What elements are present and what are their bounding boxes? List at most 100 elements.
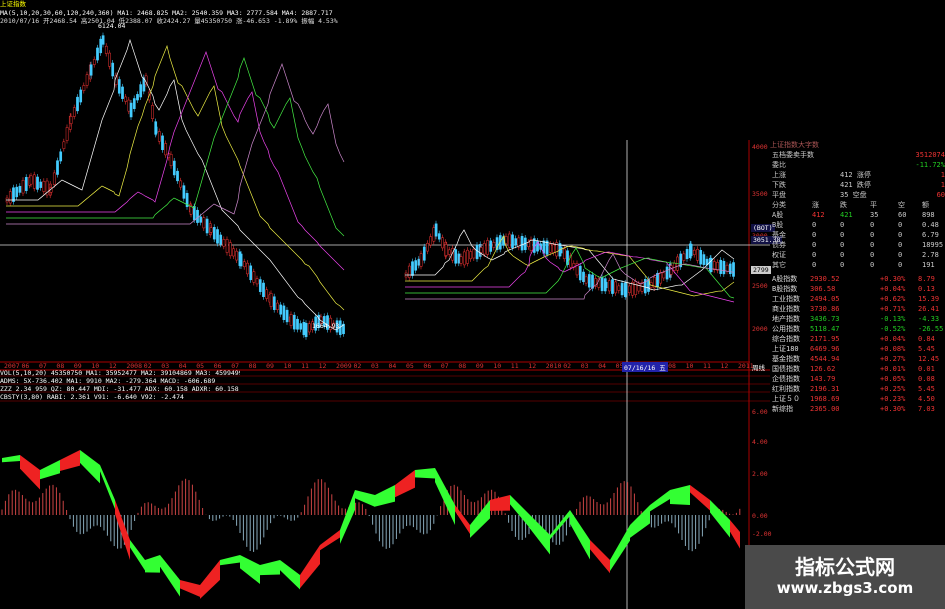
panel-cell: 60 [936, 191, 945, 199]
panel-row: 新综指 2365.00 +0.30% 7.03 [770, 404, 945, 414]
candle-body [529, 239, 533, 251]
dmi-legend: ZZZ 2.34 959 QZ: 80.447 MDI: -31.477 ADX… [0, 385, 239, 393]
y-tick: 2500 [752, 282, 768, 290]
candle-body [548, 243, 552, 253]
oscillator-band [650, 490, 670, 512]
panel-cell: 0 [812, 241, 817, 249]
oscillator-band [2, 455, 20, 463]
candle-body [696, 248, 699, 261]
panel-cell: 平 [870, 201, 877, 209]
candle-body [702, 254, 706, 265]
date-tick: 2010 [545, 362, 562, 370]
candle-body [222, 239, 226, 247]
oscillator-band [100, 465, 115, 510]
panel-cell: 0 [870, 251, 875, 259]
candle-body [82, 85, 86, 91]
price-low-label: 1664.93 [312, 322, 340, 330]
panel-cell: 4.50 [918, 395, 935, 403]
candle-body [504, 236, 508, 244]
candle-body [205, 218, 209, 234]
oscillator-band [130, 540, 145, 571]
candle-body [582, 271, 585, 283]
panel-cell: 5.45 [918, 385, 935, 393]
candle-body [532, 238, 536, 253]
candle-body [712, 261, 716, 271]
panel-cell: 新综指 [772, 405, 793, 413]
panel-cell: 0.13 [918, 285, 935, 293]
panel-cell: 898 [922, 211, 935, 219]
date-tick: 11 [510, 362, 519, 370]
candle-body [289, 314, 293, 326]
oscillator-band [320, 530, 340, 551]
panel-title: 上证指数大字数 [770, 141, 819, 149]
panel-cell: 2.78 [922, 251, 939, 259]
panel-cell: 1 [940, 171, 945, 179]
oscillator-band [260, 560, 280, 576]
panel-cell: 下跌 [772, 181, 786, 189]
candle-body [584, 276, 588, 284]
candle-body [437, 233, 441, 240]
y-tick: 2000 [752, 325, 768, 333]
panel-cell: 0 [898, 261, 903, 269]
candle-body [296, 318, 299, 330]
candle-body [121, 86, 124, 99]
date-tick: 10 [283, 362, 292, 370]
candle-body [52, 172, 56, 185]
panel-cell: 上证５０ [772, 395, 800, 403]
panel-row: 其它 0 0 0 0 191 [770, 260, 945, 270]
y-tick: 3500 [752, 190, 768, 198]
candle-body [304, 322, 308, 338]
oscillator-band [220, 555, 240, 566]
last-price-tag: 2799 [751, 266, 771, 274]
date-tick: 11 [301, 362, 309, 370]
panel-cell: 0.48 [922, 221, 939, 229]
period-label[interactable]: 周线 [752, 362, 765, 372]
candle-body [154, 126, 158, 134]
osc-y-tick: 6.00 [752, 408, 768, 416]
candle-body [219, 234, 223, 245]
price-high-label: 6124.04 [98, 22, 126, 30]
panel-cell: 0 [840, 261, 845, 269]
candle-body [96, 47, 99, 61]
panel-cell: 306.58 [810, 285, 836, 293]
panel-cell: -11.72% [915, 161, 945, 169]
candle-body [42, 181, 46, 192]
candle-body [235, 250, 239, 261]
candle-body [202, 217, 206, 229]
candle-body [127, 99, 131, 112]
candle-body [656, 272, 659, 288]
candle-body [255, 278, 259, 285]
panel-cell: 2494.05 [810, 295, 840, 303]
panel-row: 上涨 412 涨停 1 [770, 170, 945, 180]
candle-body [466, 249, 469, 264]
panel-cell: 跌 [840, 201, 847, 209]
oscillator-band [20, 455, 40, 490]
panel-row: 地产指数 3436.73 -0.13% -4.33 [770, 314, 945, 324]
candle-body [417, 258, 421, 266]
osc-y-tick: 2.00 [752, 470, 768, 478]
oscillator-band [240, 555, 260, 585]
panel-row: 上证180 6469.96 +0.08% 5.45 [770, 344, 945, 354]
candle-body [469, 251, 473, 260]
panel-row: 商业指数 3730.86 +0.71% 26.41 [770, 304, 945, 314]
candle-body [262, 282, 265, 297]
oscillator-band [670, 485, 690, 505]
candle-body [92, 59, 96, 65]
panel-cell: 6469.96 [810, 345, 840, 353]
candle-body [272, 296, 276, 310]
panel-cell: 412 涨停 [840, 171, 871, 179]
candle-body [604, 281, 608, 289]
candle-body [62, 141, 66, 149]
candle-body [662, 272, 666, 279]
panel-cell: 0.01 [918, 365, 935, 373]
panel-cell: 60 [898, 211, 907, 219]
candle-body [447, 249, 451, 255]
panel-row: 工业指数 2494.05 +0.62% 15.39 [770, 294, 945, 304]
candle-body [716, 262, 719, 271]
candle-body [482, 243, 486, 255]
candle-body [607, 280, 611, 292]
date-tick: 03 [580, 362, 589, 370]
panel-cell: -0.13% [880, 315, 906, 323]
date-tick: 11 [703, 362, 711, 370]
candle-body [520, 236, 524, 251]
